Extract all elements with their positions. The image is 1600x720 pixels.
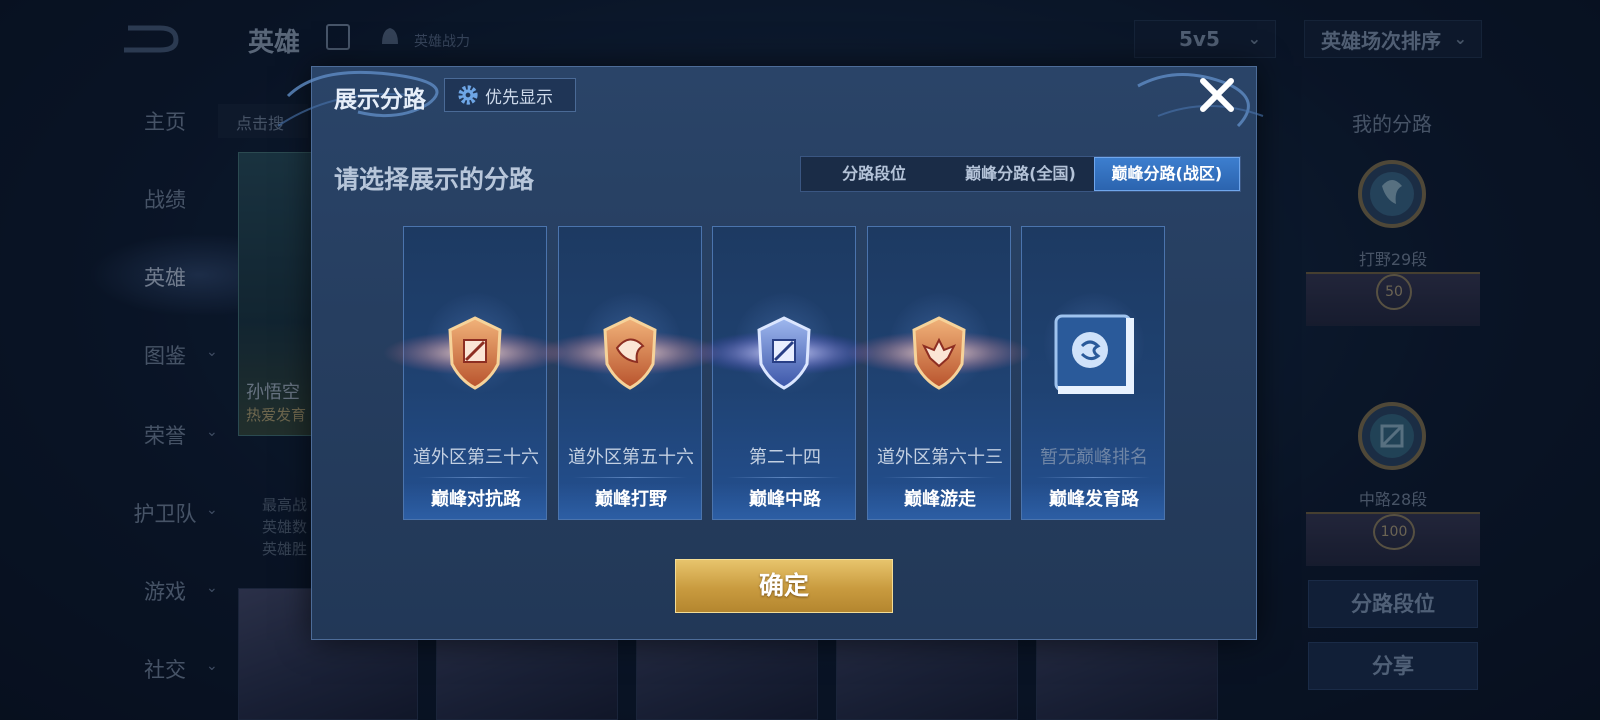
priority-display-button[interactable]: 优先显示 xyxy=(444,78,576,112)
dialog-title: 展示分路 xyxy=(334,87,426,113)
confirm-button[interactable]: 确定 xyxy=(675,559,893,613)
support-badge-icon xyxy=(847,316,1031,390)
card-divider xyxy=(418,477,532,478)
card-rank-text: 第二十四 xyxy=(749,447,821,468)
card-role-text: 巅峰打野 xyxy=(595,489,667,510)
tab-peak-national[interactable]: 巅峰分路(全国) xyxy=(947,157,1093,191)
card-rank-text: 道外区第六十三 xyxy=(877,447,1003,468)
card-role-text: 巅峰发育路 xyxy=(1049,489,1139,510)
gear-icon xyxy=(458,85,478,105)
priority-display-label: 优先显示 xyxy=(485,87,553,108)
adc-emblem-icon xyxy=(1054,314,1134,394)
close-icon[interactable] xyxy=(1196,74,1238,116)
card-divider xyxy=(882,477,996,478)
lane-tabs: 分路段位 巅峰分路(全国) 巅峰分路(战区) xyxy=(800,156,1241,192)
card-divider xyxy=(1036,477,1150,478)
tab-peak-region[interactable]: 巅峰分路(战区) xyxy=(1093,157,1240,191)
card-rank-text: 暂无巅峰排名 xyxy=(1040,447,1148,468)
dialog-subtitle: 请选择展示的分路 xyxy=(334,165,535,194)
card-rank-text: 道外区第三十六 xyxy=(413,447,539,468)
card-rank-text: 道外区第五十六 xyxy=(568,447,694,468)
card-role-text: 巅峰游走 xyxy=(904,489,976,510)
card-role-text: 巅峰对抗路 xyxy=(431,489,521,510)
tab-lane-rank[interactable]: 分路段位 xyxy=(801,157,947,191)
card-divider xyxy=(573,477,687,478)
card-role-text: 巅峰中路 xyxy=(749,489,821,510)
card-divider xyxy=(727,477,841,478)
